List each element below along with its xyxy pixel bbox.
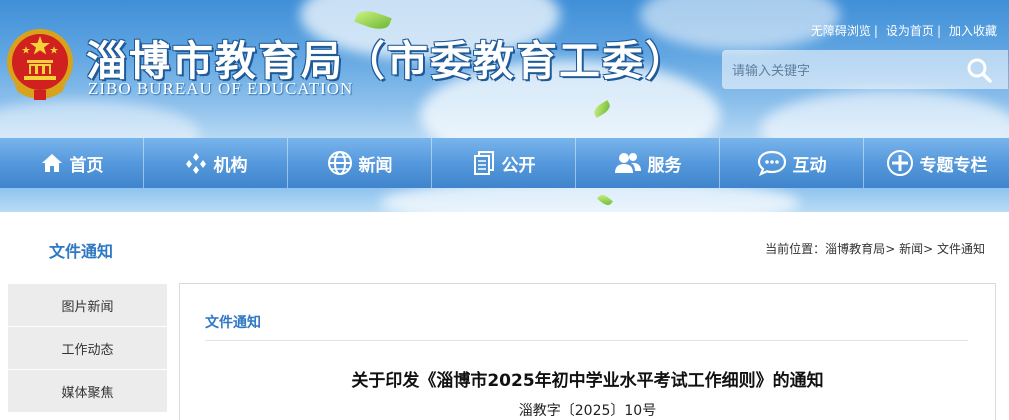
nav-item-label: 专题专栏 (919, 155, 988, 176)
cloud-decoration (380, 188, 800, 212)
breadcrumb: 当前位置：淄博教育局> 新闻> 文件通知 (765, 240, 985, 257)
cloud-decoration (0, 100, 200, 138)
topics-icon (886, 150, 913, 176)
organization-icon (185, 153, 206, 174)
breadcrumb-item-notices[interactable]: 文件通知 (937, 242, 985, 256)
search-icon[interactable] (966, 57, 992, 83)
nav-item-home[interactable]: 首页 (0, 138, 144, 188)
top-links: 无障碍浏览 | 设为首页 | 加入收藏 (811, 22, 997, 39)
accessibility-link[interactable]: 无障碍浏览 (811, 24, 871, 38)
sidebar-title: 文件通知 (49, 242, 114, 261)
search-box (722, 50, 1008, 89)
search-input[interactable] (732, 59, 952, 81)
chat-icon (757, 150, 786, 176)
banner-bottom-strip (0, 188, 1009, 212)
nav-item-interaction[interactable]: 互动 (720, 138, 864, 188)
site-title: 淄博市教育局（市委教育工委） (86, 37, 688, 85)
breadcrumb-item-news[interactable]: 新闻 (899, 242, 923, 256)
site-subtitle: ZIBO BUREAU OF EDUCATION (88, 79, 354, 98)
set-homepage-link[interactable]: 设为首页 (886, 24, 934, 38)
article-title: 关于印发《淄博市2025年初中学业水平考试工作细则》的通知 (351, 371, 824, 391)
nav-item-organization[interactable]: 机构 (144, 138, 288, 188)
nav-item-label: 首页 (69, 155, 104, 176)
nav-item-label: 互动 (792, 155, 827, 176)
national-emblem-icon (4, 26, 76, 102)
add-favorite-link[interactable]: 加入收藏 (949, 24, 997, 38)
nav-item-service[interactable]: 服务 (576, 138, 720, 188)
nav-item-topics[interactable]: 专题专栏 (864, 138, 1009, 188)
breadcrumb-prefix: 当前位置： (765, 242, 826, 256)
document-number: 淄教字〔2025〕10号 (518, 403, 657, 419)
breadcrumb-separator: > (923, 242, 934, 256)
nav-item-label: 机构 (213, 155, 248, 176)
section-divider (205, 340, 968, 341)
nav-item-label: 公开 (501, 155, 536, 176)
nav-item-label: 新闻 (358, 155, 393, 176)
breadcrumb-separator: > (885, 242, 896, 256)
link-separator: | (936, 24, 941, 38)
link-separator: | (873, 24, 878, 38)
nav-item-news[interactable]: 新闻 (288, 138, 432, 188)
article-panel: 文件通知 关于印发《淄博市2025年初中学业水平考试工作细则》的通知 淄教字〔2… (179, 283, 996, 420)
users-icon (614, 153, 641, 173)
cloud-decoration (760, 90, 1009, 138)
nav-item-label: 服务 (647, 155, 682, 176)
main-nav: 首页 机构 新闻 公开 服务 互动 专题专栏 (0, 138, 1009, 188)
breadcrumb-item-home[interactable]: 淄博教育局 (825, 242, 885, 256)
sidebar-menu: 图片新闻 工作动态 媒体聚焦 (8, 284, 167, 413)
sidebar-item-work-updates[interactable]: 工作动态 (8, 327, 167, 369)
header-banner: 淄博市教育局（市委教育工委） ZIBO BUREAU OF EDUCATION … (0, 0, 1009, 138)
nav-item-public[interactable]: 公开 (432, 138, 576, 188)
article-section-title: 文件通知 (205, 315, 261, 331)
documents-icon (473, 151, 494, 175)
sidebar-item-photo-news[interactable]: 图片新闻 (8, 284, 167, 326)
globe-icon (327, 151, 352, 175)
sidebar-item-media-focus[interactable]: 媒体聚焦 (8, 370, 167, 412)
home-icon (41, 154, 62, 172)
